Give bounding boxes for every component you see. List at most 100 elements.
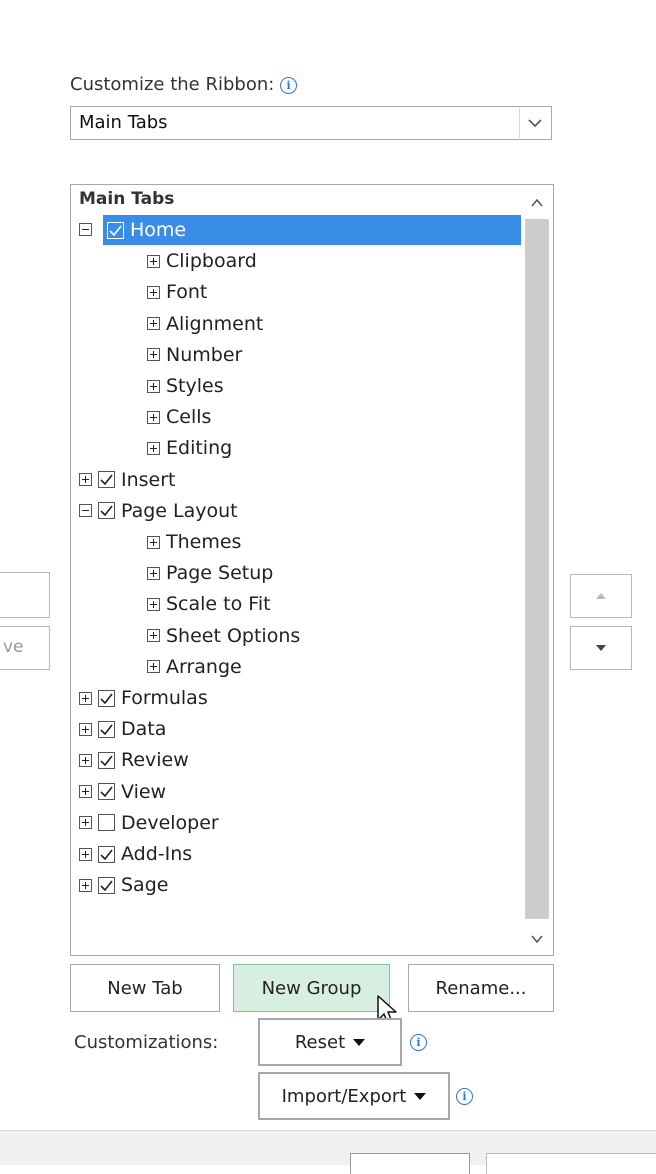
customize-ribbon-label: Customize the Ribbon: i [70,74,298,95]
tree-item[interactable]: Alignment [71,309,263,339]
tree-item[interactable]: Editing [71,433,232,463]
move-down-button[interactable] [570,626,632,670]
reset-info-icon[interactable]: i [410,1034,427,1051]
rename-label: Rename... [435,977,527,999]
expand-icon[interactable] [147,441,160,455]
expand-icon[interactable] [79,878,92,892]
expand-icon[interactable] [79,691,92,705]
customizations-label: Customizations: [74,1032,219,1053]
tree-item[interactable]: Themes [71,527,241,557]
tree-item[interactable]: Font [71,277,207,307]
new-tab-button[interactable]: New Tab [70,964,220,1012]
expand-icon[interactable] [147,535,160,549]
expand-icon[interactable] [147,379,160,393]
main-tabs-tree[interactable]: Main Tabs Home Clipboard Font Alignment Numb… [70,184,554,956]
import-export-info-icon[interactable]: i [456,1088,473,1105]
tree-item[interactable]: Sheet Options [71,621,300,651]
collapse-icon[interactable] [79,504,92,518]
tree-item[interactable]: Home [79,215,521,245]
tree-item-label: Cells [166,406,212,429]
tree-item-label: Data [121,718,167,741]
tree-item[interactable]: Cells [71,402,211,432]
tree-item[interactable]: Insert [71,465,176,495]
expand-icon[interactable] [147,348,160,362]
scroll-up-icon[interactable] [525,191,549,215]
tree-item-label: Formulas [121,687,208,709]
checkmark-icon [100,693,113,704]
tree-item-label: Page Setup [166,562,274,585]
tree-item-label: Editing [166,437,233,460]
checkbox-checked[interactable] [98,751,115,769]
checkbox-checked[interactable] [98,689,115,707]
tree-item-label: Number [166,343,243,366]
tree-item-label: Add-Ins [121,843,193,865]
expand-icon[interactable] [147,660,160,674]
expand-icon[interactable] [147,285,160,299]
expand-icon[interactable] [79,785,92,799]
tree-item[interactable]: Arrange [71,652,242,682]
tree-item[interactable]: Review [71,745,189,775]
tree-item[interactable]: Formulas [71,683,208,713]
remove-button[interactable]: ve [0,626,50,670]
tree-item[interactable]: View [71,777,166,807]
expand-icon[interactable] [79,816,92,830]
tree-item[interactable]: Developer [71,808,219,838]
expand-icon[interactable] [79,847,92,861]
dialog-footer [0,1130,656,1174]
checkbox-checked[interactable] [107,221,124,239]
expand-icon[interactable] [147,597,160,611]
tree-item-label: View [121,780,167,803]
expand-icon[interactable] [147,629,160,643]
tree-item-label: Sage [121,874,169,897]
info-icon[interactable]: i [280,77,298,94]
new-group-label: New Group [261,977,362,999]
tree-item[interactable]: Add-Ins [71,839,192,869]
checkbox-unchecked[interactable] [98,814,115,832]
checkbox-checked[interactable] [98,783,115,801]
rename-button[interactable]: Rename... [408,964,554,1012]
tree-item[interactable]: Styles [71,371,224,401]
customize-ribbon-text: Customize the Ribbon: [70,74,275,95]
scroll-down-icon[interactable] [525,927,549,951]
scrollbar[interactable] [521,185,553,955]
expand-icon[interactable] [79,473,92,487]
chevron-down-icon[interactable] [519,108,550,138]
scroll-thumb[interactable] [525,219,549,919]
tree-item[interactable]: Scale to Fit [71,589,271,619]
tree-item[interactable]: Number [71,340,242,370]
ribbon-type-dropdown[interactable]: Main Tabs [70,106,552,140]
tree-item[interactable]: Data [71,714,166,744]
import-export-label: Import/Export [281,1085,407,1107]
new-group-button[interactable]: New Group [233,964,390,1012]
expand-icon[interactable] [147,566,160,580]
expand-icon[interactable] [147,410,160,424]
add-button[interactable] [0,572,50,618]
remove-button-label: ve [3,637,24,657]
tree-item[interactable]: Clipboard [71,246,257,276]
collapse-icon[interactable] [79,223,92,236]
checkbox-checked[interactable] [98,720,115,738]
expand-icon[interactable] [147,254,160,268]
tree-item-label: Arrange [166,655,242,678]
tree-item[interactable]: Sage [71,870,168,900]
expand-icon[interactable] [79,722,92,736]
triangle-up-icon [596,593,606,599]
expand-icon[interactable] [147,317,160,331]
move-up-button[interactable] [570,574,632,618]
tree-item[interactable]: Page Layout [71,496,238,526]
dropdown-arrow-icon [414,1092,427,1100]
tree-item[interactable]: Page Setup [71,558,273,588]
checkbox-checked[interactable] [98,876,115,894]
checkmark-icon [100,786,113,798]
tree-item-label: Sheet Options [166,624,301,647]
triangle-down-icon [596,645,606,651]
expand-icon[interactable] [79,753,92,767]
checkbox-checked[interactable] [98,845,115,863]
import-export-button[interactable]: Import/Export [258,1072,450,1120]
tree-header: Main Tabs [79,189,175,209]
checkbox-checked[interactable] [98,471,115,489]
reset-button[interactable]: Reset [258,1018,402,1066]
checkbox-checked[interactable] [98,502,115,520]
dropdown-arrow-icon [353,1038,366,1046]
tree-item-label: Clipboard [166,250,257,273]
